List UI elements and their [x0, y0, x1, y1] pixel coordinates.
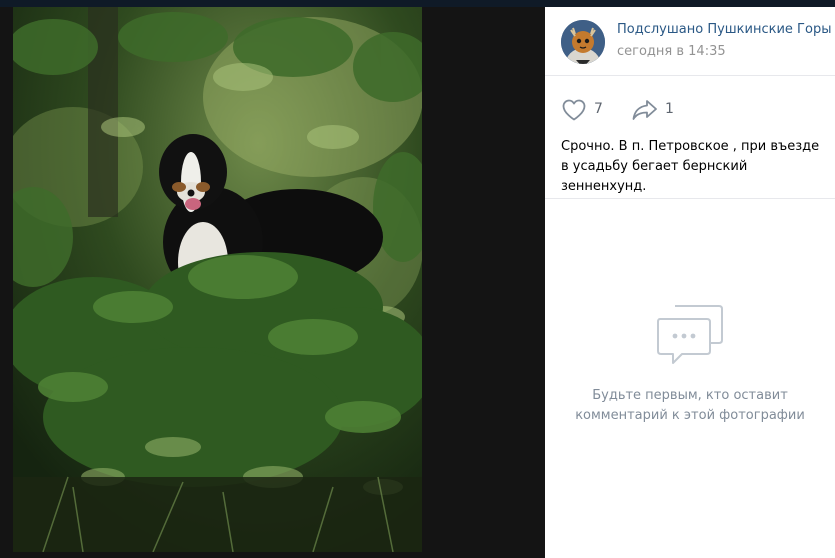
top-bar	[0, 0, 835, 7]
dog-in-forest-image	[13, 7, 422, 552]
heart-icon	[562, 99, 586, 121]
post-header: Подслушано Пушкинские Горы сегодня в 14:…	[545, 7, 835, 76]
avatar-image	[561, 20, 605, 64]
author-name-link[interactable]: Подслушано Пушкинские Горы	[617, 22, 831, 37]
post-actions: 7 1	[561, 97, 821, 123]
post-date: сегодня в 14:35	[617, 44, 726, 59]
share-count: 1	[665, 101, 674, 117]
post-photo[interactable]	[13, 7, 422, 552]
empty-comments-line1: Будьте первым, кто оставит	[592, 388, 788, 403]
empty-comments: Будьте первым, кто оставит комментарий к…	[545, 302, 835, 426]
post-caption: Срочно. В п. Петровское , при въезде в у…	[561, 139, 820, 194]
share-arrow-icon	[632, 100, 657, 120]
chat-bubbles-icon	[657, 305, 723, 364]
post-side-panel: Подслушано Пушкинские Горы сегодня в 14:…	[545, 7, 835, 558]
comments-divider	[545, 198, 835, 199]
like-count: 7	[594, 101, 603, 117]
empty-comments-line2: комментарий к этой фотографии	[575, 408, 805, 423]
author-avatar[interactable]	[561, 20, 605, 64]
empty-comments-text: Будьте первым, кто оставит комментарий к…	[545, 386, 835, 426]
photo-viewer	[0, 7, 545, 558]
